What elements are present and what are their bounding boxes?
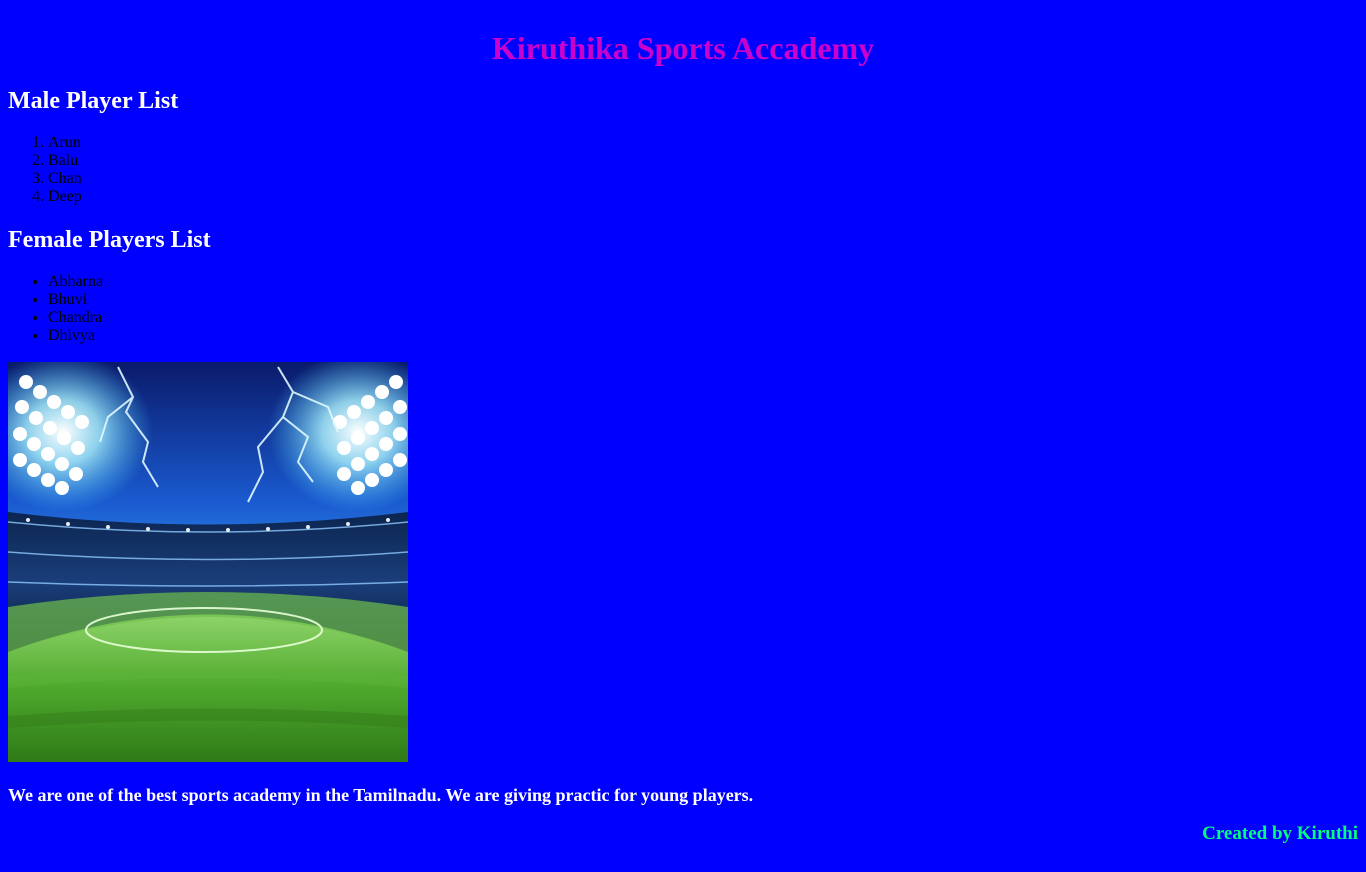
female-player-list-heading: Female Players List: [8, 227, 211, 253]
list-item: Dhivya: [48, 327, 103, 345]
list-item: Chan: [48, 170, 82, 188]
list-item: Bhuvi: [48, 291, 103, 309]
list-item: Deep: [48, 188, 82, 206]
male-player-list: Arun Balu Chan Deep: [8, 134, 82, 206]
list-item: Chandra: [48, 309, 103, 327]
male-player-list-heading: Male Player List: [8, 88, 179, 114]
created-by-credit: Created by Kiruthi: [1202, 823, 1358, 844]
female-player-list: Abharna Bhuvi Chandra Dhivya: [8, 273, 103, 345]
about-text: We are one of the best sports academy in…: [8, 785, 754, 805]
list-item: Balu: [48, 152, 82, 170]
list-item: Arun: [48, 134, 82, 152]
list-item: Abharna: [48, 273, 103, 291]
stadium-image: [8, 362, 408, 762]
page-title: Kiruthika Sports Accademy: [491, 30, 875, 66]
